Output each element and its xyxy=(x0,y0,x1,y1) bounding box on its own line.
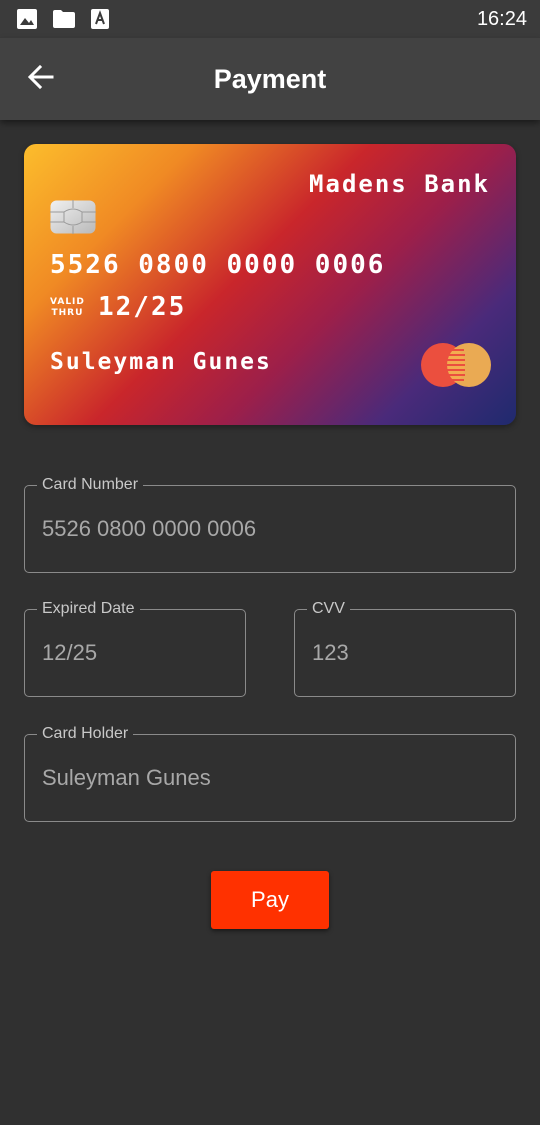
status-time: 16:24 xyxy=(476,8,527,30)
card-holder-input[interactable]: Suleyman Gunes xyxy=(42,735,211,821)
back-button[interactable] xyxy=(18,56,64,102)
bank-name: Madens Bank xyxy=(309,170,490,198)
card-number-display: 5526 0800 0000 0006 xyxy=(50,250,386,280)
page-title: Payment xyxy=(213,64,327,94)
card-number-field[interactable]: Card Number 5526 0800 0000 0006 xyxy=(24,475,516,573)
app-bar: Payment xyxy=(0,38,540,120)
arrow-left-icon xyxy=(27,63,55,96)
card-holder-display: Suleyman Gunes xyxy=(50,349,272,375)
credit-card: Madens Bank 5526 0800 0000 0006 VALID TH… xyxy=(24,144,516,425)
expired-date-input[interactable]: 12/25 xyxy=(42,610,97,696)
status-bar: 16:24 xyxy=(0,0,540,38)
font-icon xyxy=(90,8,110,35)
chip-icon xyxy=(50,200,96,234)
pay-button[interactable]: Pay xyxy=(211,871,329,929)
card-holder-field[interactable]: Card Holder Suleyman Gunes xyxy=(24,724,516,822)
notification-icons xyxy=(16,8,110,35)
thru-label: THRU xyxy=(51,308,84,318)
valid-label: VALID xyxy=(50,297,85,307)
expired-date-field[interactable]: Expired Date 12/25 xyxy=(24,599,246,697)
card-expiry-display: 12/25 xyxy=(98,292,187,322)
mastercard-icon xyxy=(420,342,492,388)
valid-thru-label: VALID THRU xyxy=(50,297,85,319)
card-number-input[interactable]: 5526 0800 0000 0006 xyxy=(42,486,256,572)
folder-icon xyxy=(52,9,76,34)
cvv-input[interactable]: 123 xyxy=(312,610,349,696)
image-icon xyxy=(16,8,38,35)
cvv-field[interactable]: CVV 123 xyxy=(294,599,516,697)
